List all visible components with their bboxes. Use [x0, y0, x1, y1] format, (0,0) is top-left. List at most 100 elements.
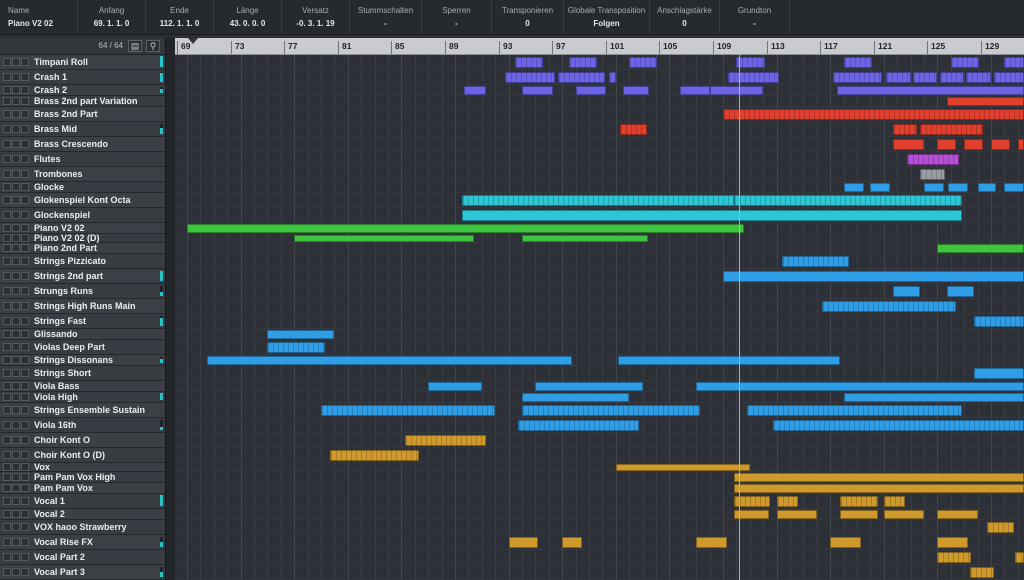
- track-name[interactable]: Vocal Rise FX: [34, 537, 93, 547]
- track-row[interactable]: Glocke: [0, 182, 165, 193]
- read-automation-button[interactable]: [21, 302, 29, 310]
- midi-part[interactable]: [843, 393, 1024, 402]
- mute-button[interactable]: [3, 272, 11, 280]
- track-row[interactable]: Vocal Part 3: [0, 565, 165, 580]
- read-automation-button[interactable]: [21, 436, 29, 444]
- midi-part[interactable]: [946, 286, 974, 297]
- mute-button[interactable]: [3, 110, 11, 118]
- track-row[interactable]: VOX haoo Strawberry: [0, 520, 165, 535]
- mute-button[interactable]: [3, 224, 11, 232]
- midi-part[interactable]: [696, 382, 1024, 391]
- track-name[interactable]: Strings Short: [34, 368, 91, 378]
- track-row[interactable]: Strings Ensemble Sustain: [0, 403, 165, 418]
- midi-part[interactable]: [187, 224, 745, 233]
- read-automation-button[interactable]: [21, 110, 29, 118]
- track-name[interactable]: Viola 16th: [34, 420, 76, 430]
- midi-part[interactable]: [680, 86, 710, 95]
- midi-part[interactable]: [428, 382, 482, 391]
- read-automation-button[interactable]: [21, 155, 29, 163]
- solo-button[interactable]: [12, 224, 20, 232]
- solo-button[interactable]: [12, 196, 20, 204]
- read-automation-button[interactable]: [21, 568, 29, 576]
- midi-part[interactable]: [836, 86, 1024, 95]
- read-automation-button[interactable]: [21, 553, 29, 561]
- solo-button[interactable]: [12, 436, 20, 444]
- midi-part[interactable]: [723, 109, 1024, 120]
- midi-part[interactable]: [747, 405, 962, 416]
- mute-button[interactable]: [3, 330, 11, 338]
- track-name[interactable]: Choir Kont O (D): [34, 450, 105, 460]
- mute-button[interactable]: [3, 356, 11, 364]
- midi-part[interactable]: [728, 72, 780, 83]
- track-lane[interactable]: [175, 314, 1024, 329]
- info-field-8[interactable]: Globale Transposition Folgen: [564, 0, 650, 34]
- track-name[interactable]: Strings Pizzicato: [34, 256, 106, 266]
- midi-part[interactable]: [405, 435, 486, 446]
- solo-button[interactable]: [12, 317, 20, 325]
- track-row[interactable]: Glissando: [0, 329, 165, 340]
- track-name[interactable]: Crash 1: [34, 72, 67, 82]
- read-automation-button[interactable]: [21, 406, 29, 414]
- midi-part[interactable]: [919, 124, 983, 135]
- info-value[interactable]: 112. 1. 1. 0: [146, 19, 213, 28]
- mute-button[interactable]: [3, 382, 11, 390]
- solo-button[interactable]: [12, 211, 20, 219]
- track-name[interactable]: Vox: [34, 462, 50, 472]
- midi-part[interactable]: [1017, 139, 1024, 150]
- read-automation-button[interactable]: [21, 393, 29, 401]
- read-automation-button[interactable]: [21, 497, 29, 505]
- info-field-1[interactable]: Anfang 69. 1. 1. 0: [78, 0, 146, 34]
- track-name[interactable]: Strings High Runs Main: [34, 301, 136, 311]
- read-automation-button[interactable]: [21, 224, 29, 232]
- midi-part[interactable]: [733, 484, 1024, 493]
- solo-button[interactable]: [12, 234, 20, 242]
- track-lane[interactable]: [175, 152, 1024, 167]
- midi-part[interactable]: [940, 72, 965, 83]
- mute-button[interactable]: [3, 302, 11, 310]
- midi-part[interactable]: [522, 86, 553, 95]
- midi-part[interactable]: [461, 210, 962, 221]
- midi-part[interactable]: [736, 57, 765, 68]
- solo-button[interactable]: [12, 110, 20, 118]
- read-automation-button[interactable]: [21, 463, 29, 471]
- solo-button[interactable]: [12, 244, 20, 252]
- track-name[interactable]: Trombones: [34, 169, 83, 179]
- midi-part[interactable]: [781, 256, 849, 267]
- solo-button[interactable]: [12, 86, 20, 94]
- midi-part[interactable]: [1015, 552, 1024, 563]
- track-row[interactable]: Brass 2nd part Variation: [0, 96, 165, 107]
- solo-button[interactable]: [12, 553, 20, 561]
- track-row[interactable]: Crash 1: [0, 70, 165, 85]
- read-automation-button[interactable]: [21, 330, 29, 338]
- info-value[interactable]: -: [422, 19, 491, 28]
- track-name[interactable]: Vocal Part 3: [34, 567, 85, 577]
- read-automation-button[interactable]: [21, 382, 29, 390]
- track-name[interactable]: Strings Fast: [34, 316, 86, 326]
- solo-button[interactable]: [12, 393, 20, 401]
- track-lane[interactable]: [175, 254, 1024, 269]
- track-name[interactable]: Choir Kont O: [34, 435, 90, 445]
- track-name[interactable]: Strings Ensemble Sustain: [34, 405, 145, 415]
- info-field-3[interactable]: Länge 43. 0. 0. 0: [214, 0, 282, 34]
- track-lane[interactable]: [175, 448, 1024, 463]
- midi-part[interactable]: [508, 537, 539, 548]
- read-automation-button[interactable]: [21, 86, 29, 94]
- solo-button[interactable]: [12, 125, 20, 133]
- midi-part[interactable]: [946, 97, 1024, 106]
- track-name[interactable]: Viola High: [34, 392, 78, 402]
- read-automation-button[interactable]: [21, 196, 29, 204]
- mute-button[interactable]: [3, 86, 11, 94]
- mute-button[interactable]: [3, 125, 11, 133]
- midi-part[interactable]: [733, 473, 1024, 482]
- midi-part[interactable]: [822, 301, 957, 312]
- track-name[interactable]: Piano V2 02: [34, 223, 85, 233]
- mute-button[interactable]: [3, 568, 11, 576]
- track-lane[interactable]: [175, 535, 1024, 550]
- midi-part[interactable]: [622, 86, 650, 95]
- track-name[interactable]: Glissando: [34, 329, 78, 339]
- midi-part[interactable]: [893, 139, 924, 150]
- midi-part[interactable]: [568, 57, 598, 68]
- info-value[interactable]: 43. 0. 0. 0: [214, 19, 281, 28]
- midi-part[interactable]: [267, 342, 325, 353]
- read-automation-button[interactable]: [21, 97, 29, 105]
